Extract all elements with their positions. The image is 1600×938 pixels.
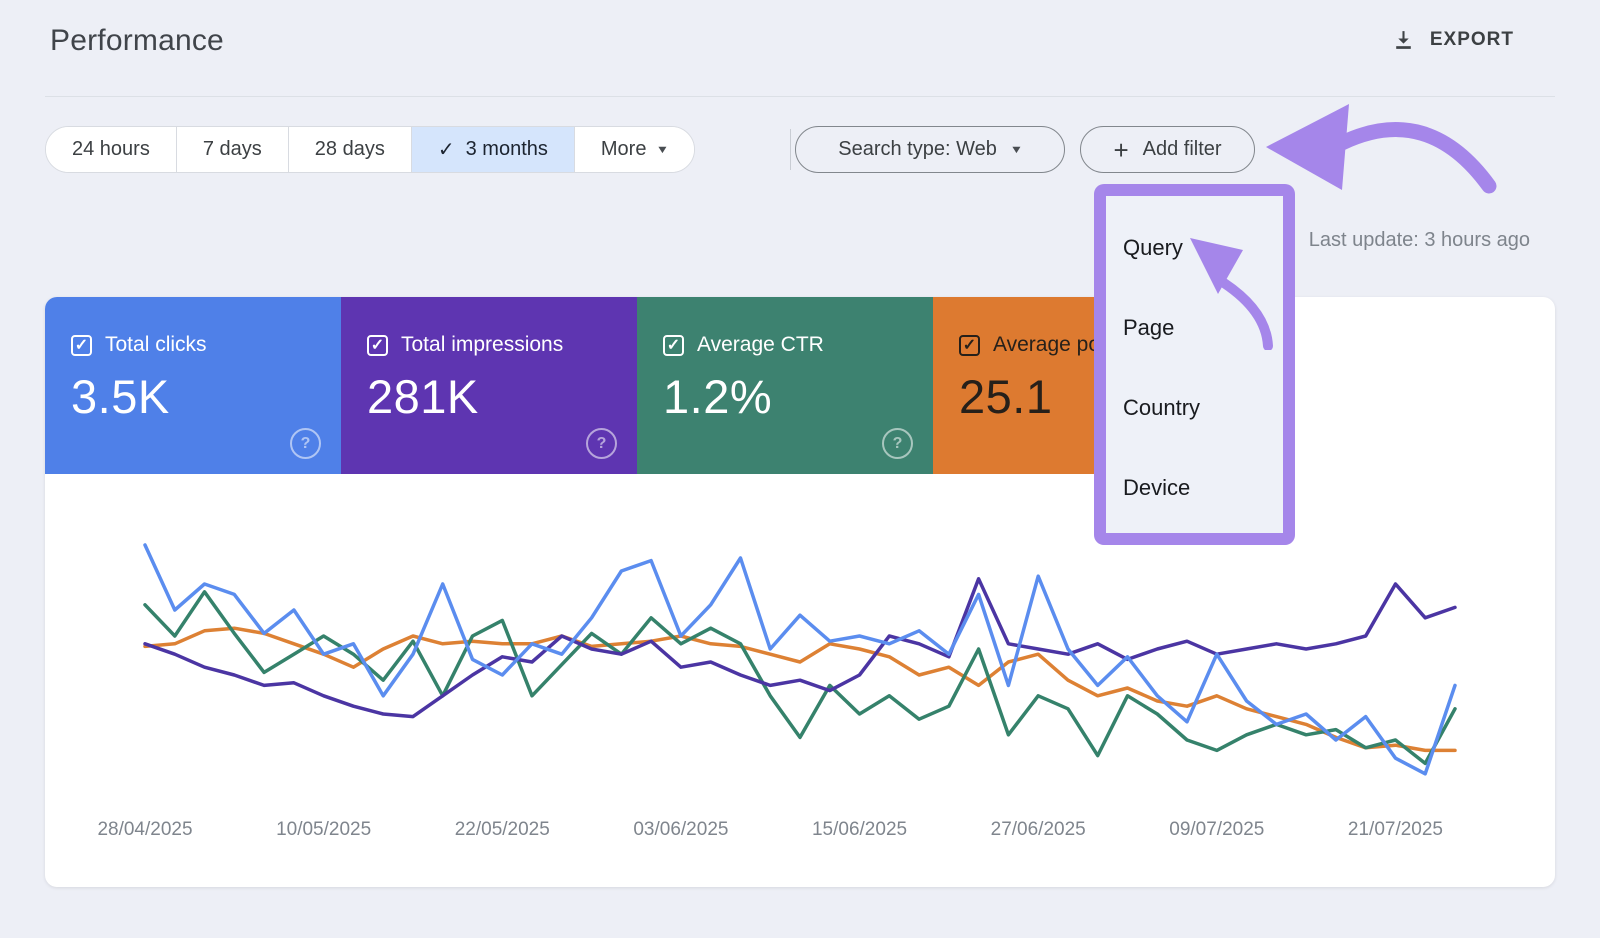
- x-axis-tick: 03/06/2025: [633, 819, 728, 841]
- x-axis-tick: 27/06/2025: [991, 819, 1086, 841]
- help-icon[interactable]: ?: [290, 428, 321, 459]
- checkbox-checked-icon[interactable]: ✓: [663, 335, 684, 356]
- last-update-text: Last update: 3 hours ago: [1309, 229, 1530, 252]
- metric-label: Total clicks: [105, 333, 207, 357]
- x-axis-tick: 22/05/2025: [455, 819, 550, 841]
- metric-card-average-ctr[interactable]: ✓ Average CTR 1.2% ?: [637, 297, 933, 474]
- x-axis-tick: 09/07/2025: [1169, 819, 1264, 841]
- toolbar-divider: [790, 129, 791, 170]
- filter-dropdown-menu: QueryPageCountryDevice: [1094, 184, 1295, 545]
- date-range-3-months[interactable]: ✓ 3 months ▼: [411, 127, 574, 172]
- x-axis-tick: 28/04/2025: [97, 819, 192, 841]
- download-icon: [1391, 27, 1416, 52]
- checkbox-checked-icon[interactable]: ✓: [71, 335, 92, 356]
- search-type-label: Search type: Web: [838, 138, 997, 161]
- help-icon[interactable]: ?: [882, 428, 913, 459]
- filter-menu-item-country[interactable]: Country: [1106, 368, 1283, 448]
- date-range-group: ✓ 24 hours ▼ ✓ 7 days ▼ ✓ 28 days ▼ ✓ 3 …: [45, 126, 695, 173]
- add-filter-label: Add filter: [1143, 138, 1222, 161]
- search-type-button[interactable]: Search type: Web ▼: [795, 126, 1065, 173]
- metric-cards-row: ✓ Total clicks 3.5K ? ✓ Total impression…: [45, 297, 1229, 474]
- chevron-down-icon: ▼: [656, 144, 670, 156]
- metric-value: 281K: [367, 369, 637, 424]
- metric-card-total-clicks[interactable]: ✓ Total clicks 3.5K ?: [45, 297, 341, 474]
- date-range-more[interactable]: ✓ More ▼: [574, 127, 694, 172]
- filter-menu-item-query[interactable]: Query: [1106, 208, 1283, 288]
- metric-label: Average CTR: [697, 333, 824, 357]
- header-divider: [45, 96, 1555, 97]
- help-icon[interactable]: ?: [586, 428, 617, 459]
- checkbox-checked-icon[interactable]: ✓: [959, 335, 980, 356]
- filter-menu-item-page[interactable]: Page: [1106, 288, 1283, 368]
- export-label: EXPORT: [1430, 29, 1514, 51]
- metric-value: 3.5K: [71, 369, 341, 424]
- chart-line-total-clicks: [145, 545, 1455, 774]
- x-axis-tick: 10/05/2025: [276, 819, 371, 841]
- checkbox-checked-icon[interactable]: ✓: [367, 335, 388, 356]
- page-title: Performance: [50, 24, 224, 58]
- performance-chart[interactable]: [45, 482, 1555, 812]
- date-range-24-hours[interactable]: ✓ 24 hours ▼: [46, 127, 176, 172]
- date-range-28-days[interactable]: ✓ 28 days ▼: [288, 127, 411, 172]
- metric-value: 1.2%: [663, 369, 933, 424]
- metric-card-total-impressions[interactable]: ✓ Total impressions 281K ?: [341, 297, 637, 474]
- date-range-7-days[interactable]: ✓ 7 days ▼: [176, 127, 288, 172]
- metric-label: Total impressions: [401, 333, 563, 357]
- plus-icon: +: [1113, 137, 1128, 163]
- chevron-down-icon: ▼: [1009, 144, 1023, 156]
- check-icon: ✓: [438, 137, 455, 162]
- x-axis-tick: 21/07/2025: [1348, 819, 1443, 841]
- add-filter-button[interactable]: + Add filter: [1080, 126, 1255, 173]
- export-button[interactable]: EXPORT: [1385, 26, 1520, 53]
- x-axis-tick: 15/06/2025: [812, 819, 907, 841]
- performance-panel: ✓ Total clicks 3.5K ? ✓ Total impression…: [45, 297, 1555, 887]
- filter-menu-item-device[interactable]: Device: [1106, 448, 1283, 528]
